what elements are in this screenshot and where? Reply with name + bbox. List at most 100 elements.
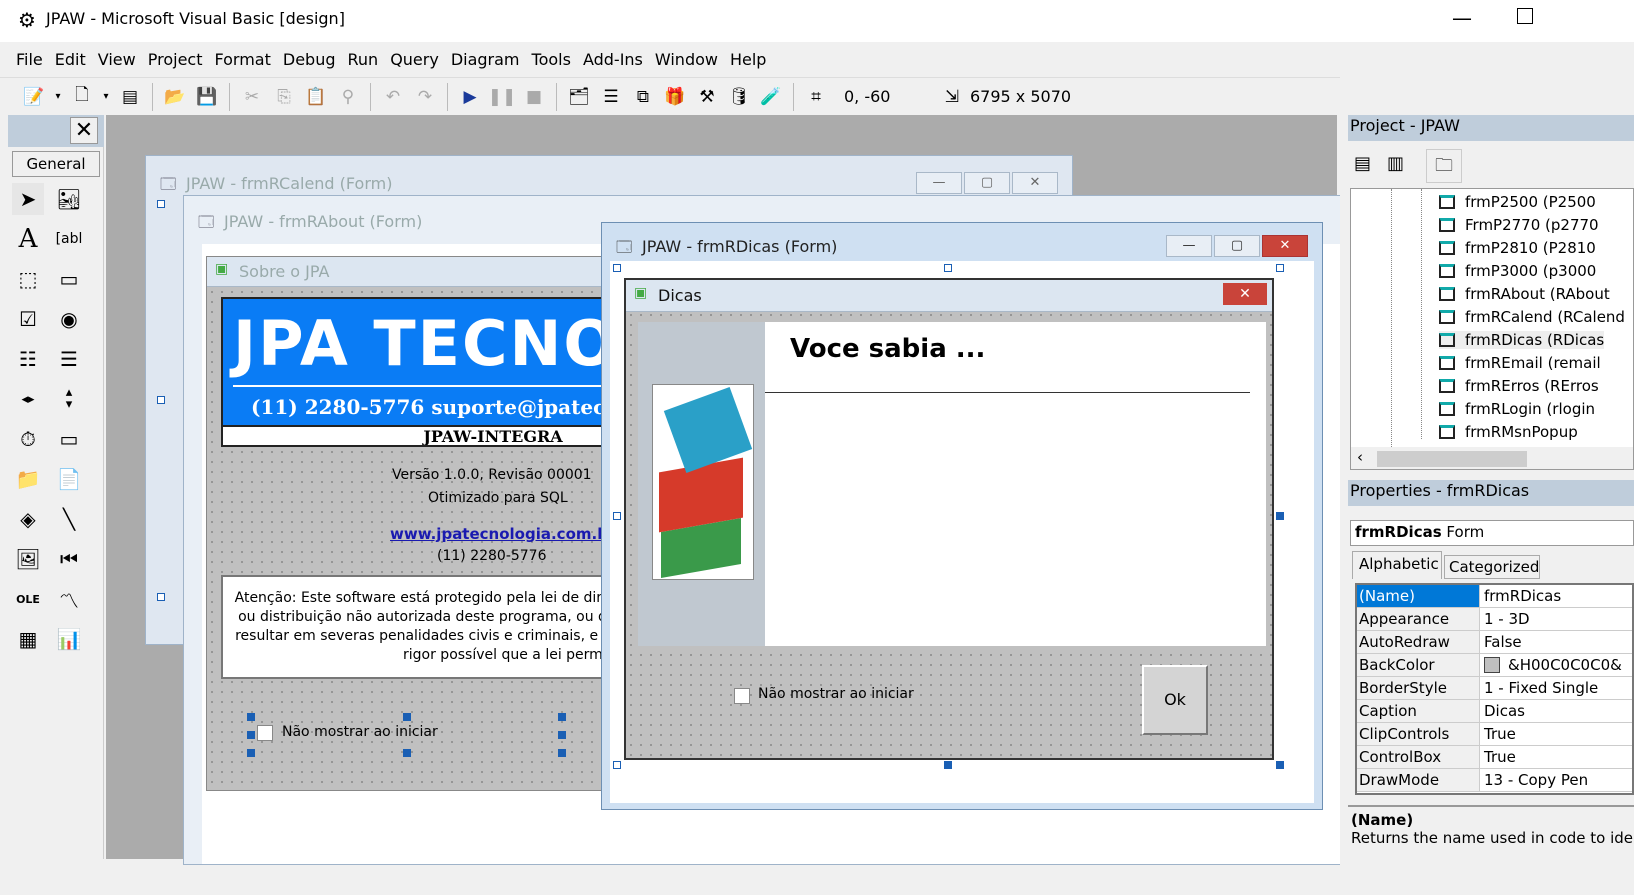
vscrollbar-icon[interactable]: ▴ ▾ (53, 383, 85, 415)
tree-item[interactable]: frmRAbout (RAbout (1439, 285, 1610, 303)
close-toolbox-button[interactable]: ✕ (70, 117, 98, 144)
toggle-folders-icon[interactable]: 🗀 (1426, 149, 1462, 183)
line-icon[interactable]: ╲ (53, 503, 85, 535)
tree-item[interactable]: FrmP2770 (p2770 (1439, 216, 1599, 234)
menu-tools[interactable]: Tools (526, 44, 577, 75)
toolbox-icon[interactable]: ⚒ (693, 83, 721, 111)
frame-icon[interactable]: ⬚ (12, 263, 44, 295)
property-row[interactable]: Appearance 1 - 3D (1357, 608, 1632, 631)
ok-button[interactable]: Ok (1142, 665, 1208, 735)
component-manager-icon[interactable]: 🧪 (757, 83, 785, 111)
menu-help[interactable]: Help (724, 44, 772, 75)
menu-window[interactable]: Window (649, 44, 724, 75)
menu-editor-icon[interactable]: ▤ (116, 83, 144, 111)
commandbutton-icon[interactable]: ▭ (53, 263, 85, 295)
maximize-button[interactable]: ▢ (1214, 235, 1260, 257)
menu-query[interactable]: Query (384, 44, 445, 75)
redo-icon[interactable]: ↷ (411, 83, 439, 111)
menu-project[interactable]: Project (142, 44, 209, 75)
tree-item[interactable]: frmREmail (remail (1439, 354, 1601, 372)
form-dicas[interactable]: ▣ Dicas ✕ Voce sabia ... Não mostrar ao i… (624, 278, 1274, 760)
menu-run[interactable]: Run (342, 44, 385, 75)
tree-item[interactable]: frmP2500 (P2500 (1439, 193, 1596, 211)
filelistbox-icon[interactable]: 📄 (53, 463, 85, 495)
end-icon[interactable]: ■ (520, 83, 548, 111)
chart-control-icon[interactable]: 〽 (53, 583, 85, 615)
optionbutton-icon[interactable]: ◉ (53, 303, 85, 335)
maximize-button[interactable] (1517, 8, 1533, 24)
property-row[interactable]: ClipControls True (1357, 723, 1632, 746)
minimize-button[interactable]: — (1166, 235, 1212, 257)
minimize-button[interactable]: — (916, 172, 962, 194)
form-layout-icon[interactable]: ⧉ (629, 83, 657, 111)
maximize-button[interactable]: ▢ (964, 172, 1010, 194)
timer-icon[interactable]: ⏱ (12, 423, 44, 455)
menu-diagram[interactable]: Diagram (445, 44, 526, 75)
paste-icon[interactable]: 📋 (302, 83, 330, 111)
close-button[interactable]: ✕ (1012, 172, 1058, 194)
hscrollbar-icon[interactable]: ◂▸ (12, 383, 44, 415)
dirlistbox-icon[interactable]: 📁 (12, 463, 44, 495)
dropdown-icon[interactable]: ▾ (100, 83, 112, 111)
project-explorer-icon[interactable]: 🗂 (565, 83, 593, 111)
shape-icon[interactable]: ◈ (12, 503, 44, 535)
object-browser-icon[interactable]: 🎁 (661, 83, 689, 111)
cut-icon[interactable]: ✂ (238, 83, 266, 111)
property-row[interactable]: Caption Dicas (1357, 700, 1632, 723)
view-code-icon[interactable]: ▤ (1354, 153, 1371, 174)
tree-item[interactable]: frmRLogin (rlogin (1439, 400, 1595, 418)
mschart-icon[interactable]: 📊 (53, 623, 85, 655)
toolbox-tab-general[interactable]: General (12, 151, 100, 177)
tree-item-selected[interactable]: frmRDicas (RDicas (1439, 331, 1605, 349)
tree-item[interactable]: frmRErros (RErros (1439, 377, 1599, 395)
combobox-icon[interactable]: ☷ (12, 343, 44, 375)
save-icon[interactable]: 💾 (193, 83, 221, 111)
object-selector[interactable]: frmRDicas Form (1350, 520, 1634, 546)
property-row[interactable]: DrawMode 13 - Copy Pen (1357, 769, 1632, 792)
open-icon[interactable]: 📂 (161, 83, 189, 111)
picturebox-icon[interactable]: 🏜 (53, 183, 85, 215)
tab-alphabetic[interactable]: Alphabetic (1352, 551, 1442, 579)
dropdown-icon[interactable]: ▾ (52, 83, 64, 111)
form-window-frmrdicas[interactable]: 🗔 JPAW - frmRDicas (Form) — ▢ ✕ ▣ Dicas ✕… (601, 222, 1323, 810)
data-control-icon[interactable]: ⏮ (53, 543, 85, 575)
label-icon[interactable]: A (12, 223, 44, 255)
tree-item[interactable]: frmP3000 (p3000 (1439, 262, 1596, 280)
checkbox-icon[interactable]: ☑ (12, 303, 44, 335)
form-sobre[interactable]: ▣ Sobre o JPA JPA TECNOLOGIA (11) 2280-57… (206, 256, 615, 791)
menu-edit[interactable]: Edit (49, 44, 92, 75)
close-button[interactable]: ✕ (1223, 283, 1267, 305)
scroll-thumb[interactable] (1377, 451, 1527, 467)
view-object-icon[interactable]: ▥ (1387, 153, 1404, 174)
drivelistbox-icon[interactable]: ▭ (53, 423, 85, 455)
data-view-icon[interactable]: 🛢 (725, 83, 753, 111)
break-icon[interactable]: ❚❚ (488, 83, 517, 111)
properties-window-icon[interactable]: ☰ (597, 83, 625, 111)
add-project-icon[interactable]: 📝 (20, 83, 48, 111)
tree-item[interactable]: frmRCalend (RCalend (1439, 308, 1625, 326)
minimize-button[interactable]: — (1452, 6, 1472, 30)
tab-categorized[interactable]: Categorized (1444, 555, 1540, 579)
property-row[interactable]: BackColor &H00C0C0C0& (1357, 654, 1632, 677)
start-icon[interactable]: ▶ (456, 83, 484, 111)
copy-icon[interactable]: ⎘ (270, 83, 298, 111)
textbox-icon[interactable]: [abl (53, 223, 85, 255)
horizontal-scrollbar[interactable]: ‹ (1351, 447, 1633, 469)
add-form-icon[interactable]: 🗋 (68, 83, 96, 111)
dont-show-checkbox[interactable] (734, 688, 750, 704)
close-button[interactable]: ✕ (1262, 235, 1308, 257)
ole-icon[interactable]: OLE (12, 583, 44, 615)
undo-icon[interactable]: ↶ (379, 83, 407, 111)
menu-format[interactable]: Format (208, 44, 276, 75)
tree-item[interactable]: frmRMsnPopup (1439, 423, 1578, 441)
scroll-left-icon[interactable]: ‹ (1357, 448, 1363, 466)
property-row[interactable]: AutoRedraw False (1357, 631, 1632, 654)
menu-file[interactable]: File (10, 44, 49, 75)
tree-item[interactable]: frmP2810 (P2810 (1439, 239, 1596, 257)
menu-addins[interactable]: Add-Ins (577, 44, 649, 75)
grid-control-icon[interactable]: ▦ (12, 623, 44, 655)
property-row[interactable]: BorderStyle 1 - Fixed Single (1357, 677, 1632, 700)
website-link[interactable]: www.jpatecnologia.com.br (390, 525, 615, 543)
find-icon[interactable]: ⚲ (334, 83, 362, 111)
menu-debug[interactable]: Debug (277, 44, 342, 75)
